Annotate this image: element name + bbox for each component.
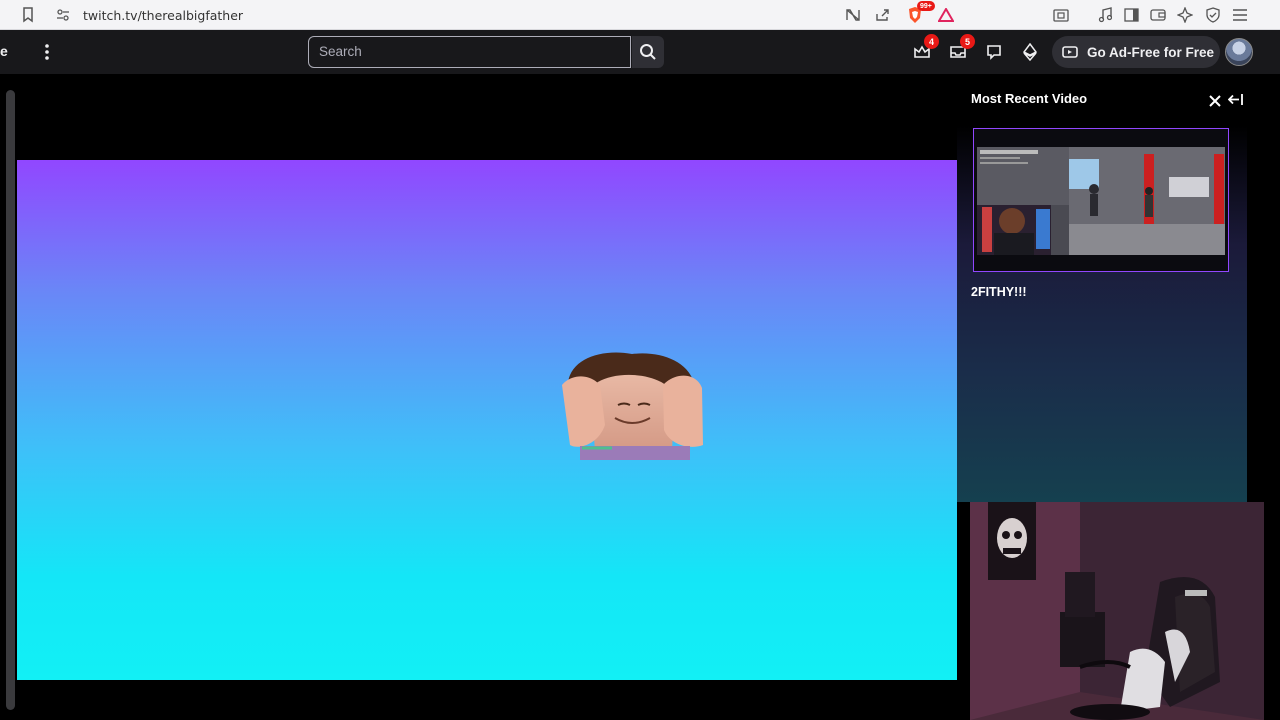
go-ad-free-label: Go Ad-Free for Free bbox=[1087, 44, 1215, 60]
brave-rewards-icon[interactable] bbox=[935, 4, 957, 26]
recent-video-title[interactable]: 2FITHY!!! bbox=[971, 285, 1027, 299]
inbox-badge: 5 bbox=[960, 34, 975, 49]
panel-right-edge bbox=[1247, 74, 1280, 502]
video-thumbnail-image bbox=[974, 129, 1228, 271]
url-text[interactable]: twitch.tv/therealbigfather bbox=[83, 8, 243, 23]
search-button[interactable] bbox=[632, 36, 664, 68]
collapse-panel-icon[interactable] bbox=[1227, 93, 1244, 109]
go-ad-free-button[interactable]: Go Ad-Free for Free bbox=[1052, 36, 1220, 68]
search-icon bbox=[640, 44, 656, 60]
wallet-icon[interactable] bbox=[1147, 4, 1169, 26]
screenshot-icon[interactable] bbox=[1050, 4, 1072, 26]
close-icon[interactable] bbox=[1209, 94, 1225, 110]
shields-count-badge: 99+ bbox=[917, 1, 935, 11]
hamburger-menu-icon[interactable] bbox=[1229, 4, 1251, 26]
twitch-top-nav: e Search 4 5 Go Ad-Free for Free bbox=[0, 30, 1280, 74]
share-icon[interactable] bbox=[871, 4, 893, 26]
sidebar-icon[interactable] bbox=[1120, 4, 1142, 26]
media-icon[interactable] bbox=[1094, 4, 1116, 26]
stream-overlay-background bbox=[17, 160, 957, 680]
browser-toolbar: twitch.tv/therealbigfather 99+ bbox=[0, 0, 1280, 30]
ad-free-icon bbox=[1062, 46, 1078, 58]
user-avatar[interactable] bbox=[1225, 38, 1253, 66]
bits-icon[interactable] bbox=[1018, 40, 1042, 64]
panel-title: Most Recent Video bbox=[971, 91, 1088, 106]
whispers-icon[interactable] bbox=[982, 40, 1006, 64]
site-settings-icon[interactable] bbox=[52, 4, 74, 26]
bookmark-icon[interactable] bbox=[17, 4, 39, 26]
streamer-webcam-image bbox=[970, 502, 1264, 720]
facepalm-emote-image bbox=[562, 352, 703, 460]
prime-loot-badge: 4 bbox=[924, 34, 939, 49]
nav-edge-text[interactable]: e bbox=[0, 43, 8, 59]
vpn-icon[interactable] bbox=[1202, 4, 1224, 26]
recent-video-thumbnail[interactable] bbox=[973, 128, 1229, 272]
leo-ai-icon[interactable] bbox=[1174, 4, 1196, 26]
page-scrollbar[interactable] bbox=[6, 90, 15, 710]
reader-mode-icon[interactable] bbox=[842, 4, 864, 26]
screen: twitch.tv/therealbigfather 99+ e Search … bbox=[0, 0, 1280, 720]
more-options-icon[interactable] bbox=[36, 38, 58, 66]
search-input[interactable]: Search bbox=[308, 36, 631, 68]
